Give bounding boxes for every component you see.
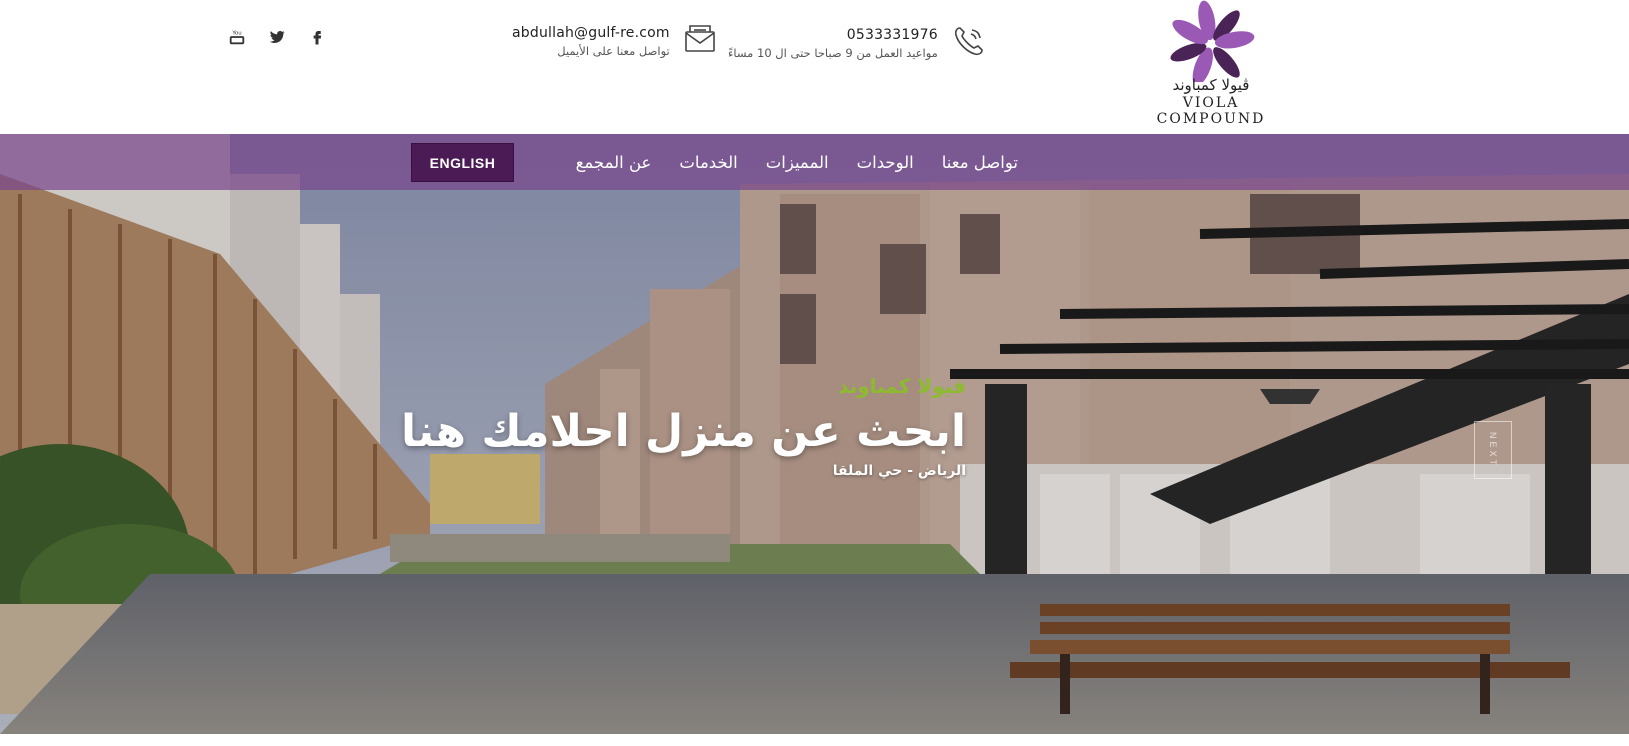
hero-title: ابحث عن منزل احلامك هنا	[401, 406, 966, 457]
svg-text:You: You	[231, 30, 241, 36]
twitter-icon[interactable]	[268, 28, 286, 46]
hero-caption: فيولا كمباوند ابحث عن منزل احلامك هنا ال…	[401, 374, 966, 479]
nav-menu: عن المجمع الخدمات المميزات الوحدات تواصل…	[576, 134, 1018, 190]
nav-units[interactable]: الوحدات	[857, 153, 914, 172]
hero-slider: عن المجمع الخدمات المميزات الوحدات تواصل…	[0, 134, 1629, 734]
nav-about[interactable]: عن المجمع	[576, 153, 652, 172]
nav-contact[interactable]: تواصل معنا	[942, 153, 1018, 172]
email-note: تواصل معنا على الأيميل	[557, 43, 670, 58]
logo-english-text: VIOLA COMPOUND	[1156, 95, 1266, 127]
phone-number[interactable]: 0533331976	[728, 27, 938, 43]
top-header: You abdullah@gulf-re.com تواصل معنا على …	[0, 0, 1629, 134]
hero-location: الرياض - حي الملقا	[832, 463, 966, 479]
flower-logo-icon	[1170, 0, 1255, 82]
next-label: NEXT	[1488, 431, 1498, 468]
viola-logo[interactable]: ڤيولا كمباوند VIOLA COMPOUND	[1136, 0, 1286, 127]
phone-contact: 0533331976 مواعيد العمل من 9 صباحا حتى ا…	[728, 24, 986, 62]
logo-arabic-text: ڤيولا كمباوند	[1172, 76, 1250, 94]
envelope-icon	[684, 24, 716, 58]
email-contact: abdullah@gulf-re.com تواصل معنا على الأي…	[512, 24, 716, 58]
page-bottom-edge	[0, 734, 1629, 746]
nav-services[interactable]: الخدمات	[679, 153, 737, 172]
main-navbar: عن المجمع الخدمات المميزات الوحدات تواصل…	[0, 134, 1629, 190]
working-hours: مواعيد العمل من 9 صباحا حتى ال 10 مساءً	[728, 45, 938, 60]
facebook-icon[interactable]	[308, 28, 326, 46]
slider-next-button[interactable]: NEXT	[1474, 421, 1512, 479]
email-address[interactable]: abdullah@gulf-re.com	[512, 25, 670, 41]
hero-subtitle: فيولا كمباوند	[838, 374, 966, 398]
english-language-button[interactable]: ENGLISH	[411, 143, 514, 182]
youtube-icon[interactable]: You	[228, 28, 246, 46]
nav-features[interactable]: المميزات	[766, 153, 829, 172]
social-links: You	[228, 28, 326, 46]
phone-icon	[952, 24, 986, 62]
